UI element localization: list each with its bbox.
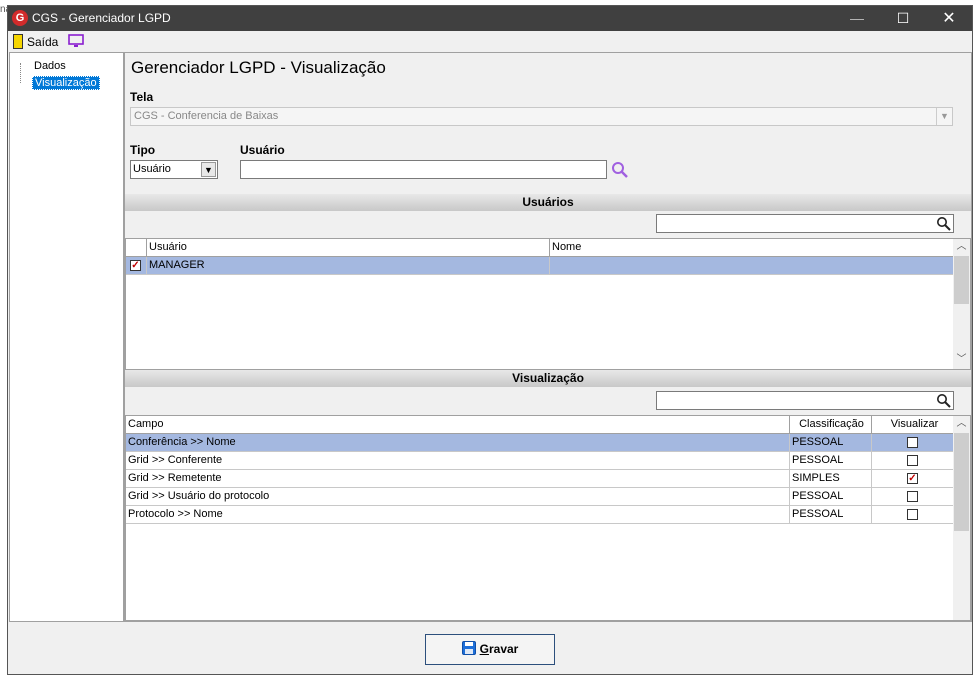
checkbox-column-header	[126, 239, 147, 257]
visualizacao-grid: Campo Classificação Visualizar Conferênc…	[125, 415, 971, 621]
chevron-down-icon[interactable]: ▼	[201, 162, 216, 177]
tela-select[interactable]: CGS - Conferencia de Baixas ▼	[130, 107, 953, 126]
column-header-classificacao[interactable]: Classificação	[790, 416, 872, 434]
tipo-label: Tipo	[130, 143, 156, 157]
scrollbar-thumb[interactable]	[954, 433, 969, 531]
main-panel: Gerenciador LGPD - Visualização Tela CGS…	[124, 52, 972, 622]
visualizar-checkbox[interactable]	[907, 455, 918, 466]
visualizar-checkbox[interactable]	[907, 491, 918, 502]
tipo-select[interactable]: Usuário ▼	[130, 160, 218, 179]
tipo-select-value: Usuário	[133, 163, 171, 175]
close-button[interactable]: ✕	[926, 6, 972, 31]
cell-visualizar	[872, 506, 955, 523]
save-button-label: ravar	[488, 642, 519, 656]
save-button-mnemonic: G	[479, 642, 489, 656]
cell-visualizar	[872, 488, 955, 505]
tree-item-visualizacao[interactable]: Visualização	[32, 76, 100, 90]
usuario-label: Usuário	[240, 143, 285, 157]
save-button[interactable]: Gravar	[425, 634, 555, 665]
scroll-up-icon[interactable]: ︿	[953, 416, 970, 432]
window-title: CGS - Gerenciador LGPD	[32, 11, 171, 25]
row-check-cell: ✓	[126, 257, 147, 274]
usuarios-grid-header: Usuário Nome	[126, 239, 955, 257]
app-logo-icon: G	[12, 10, 28, 26]
main-window: G CGS - Gerenciador LGPD — ☐ ✕ Saída Dad…	[7, 5, 973, 675]
usuarios-scrollbar[interactable]: ︿ ﹀	[953, 239, 970, 369]
cell-visualizar	[872, 452, 955, 469]
visualizar-checkbox[interactable]: ✓	[907, 473, 918, 484]
cell-campo: Grid >> Conferente	[126, 452, 790, 469]
column-header-nome[interactable]: Nome	[550, 239, 955, 257]
table-row[interactable]: Grid >> Usuário do protocolo PESSOAL	[126, 488, 955, 506]
column-header-campo[interactable]: Campo	[126, 416, 790, 434]
background-window-edge: na	[0, 4, 12, 15]
cell-campo: Grid >> Usuário do protocolo	[126, 488, 790, 505]
exit-door-icon[interactable]	[13, 34, 23, 49]
scroll-down-icon[interactable]: ﹀	[953, 352, 970, 368]
visualizacao-search-input[interactable]	[656, 391, 954, 410]
search-icon[interactable]	[936, 216, 951, 231]
table-row[interactable]: Conferência >> Nome PESSOAL	[126, 434, 955, 452]
search-icon[interactable]	[936, 393, 951, 408]
table-row[interactable]: Grid >> Remetente SIMPLES ✓	[126, 470, 955, 488]
navigation-tree: Dados Visualização	[9, 52, 124, 622]
minimize-button[interactable]: —	[834, 6, 880, 31]
visualizar-checkbox[interactable]	[907, 437, 918, 448]
cell-classificacao: SIMPLES	[790, 470, 872, 487]
scrollbar-thumb[interactable]	[954, 256, 969, 304]
usuario-input[interactable]	[240, 160, 607, 179]
monitor-icon[interactable]	[68, 34, 84, 48]
visualizacao-section-header: Visualização	[125, 370, 971, 387]
page-title: Gerenciador LGPD - Visualização	[131, 58, 386, 77]
table-row[interactable]: Protocolo >> Nome PESSOAL	[126, 506, 955, 524]
maximize-button[interactable]: ☐	[880, 6, 926, 31]
visualizacao-grid-header: Campo Classificação Visualizar	[126, 416, 955, 434]
tree-item-dados[interactable]: Dados	[32, 60, 68, 72]
table-row[interactable]: Grid >> Conferente PESSOAL	[126, 452, 955, 470]
cell-campo: Conferência >> Nome	[126, 434, 790, 451]
visualizacao-scrollbar[interactable]: ︿	[953, 416, 970, 620]
usuarios-grid: Usuário Nome ✓ MANAGER ︿ ﹀	[125, 238, 971, 370]
search-icon[interactable]	[611, 161, 629, 179]
usuarios-search-input[interactable]	[656, 214, 954, 233]
table-row[interactable]: ✓ MANAGER	[126, 257, 955, 275]
scroll-up-icon[interactable]: ︿	[953, 239, 970, 255]
cell-visualizar	[872, 434, 955, 451]
column-header-usuario[interactable]: Usuário	[147, 239, 550, 257]
cell-classificacao: PESSOAL	[790, 506, 872, 523]
title-bar[interactable]: G CGS - Gerenciador LGPD — ☐ ✕	[8, 6, 972, 31]
menu-bar: Saída	[8, 31, 972, 53]
cell-classificacao: PESSOAL	[790, 434, 872, 451]
cell-visualizar: ✓	[872, 470, 955, 487]
cell-campo: Protocolo >> Nome	[126, 506, 790, 523]
column-header-visualizar[interactable]: Visualizar	[872, 416, 955, 434]
tela-label: Tela	[130, 90, 154, 104]
footer-bar: Gravar	[8, 623, 972, 674]
cell-usuario: MANAGER	[147, 257, 550, 274]
cell-nome	[550, 257, 955, 274]
tree-connector	[20, 63, 21, 83]
cell-classificacao: PESSOAL	[790, 452, 872, 469]
tela-select-value: CGS - Conferencia de Baixas	[134, 110, 279, 122]
visualizar-checkbox[interactable]	[907, 509, 918, 520]
cell-classificacao: PESSOAL	[790, 488, 872, 505]
floppy-disk-icon	[461, 641, 476, 656]
cell-campo: Grid >> Remetente	[126, 470, 790, 487]
row-checkbox[interactable]: ✓	[130, 260, 141, 271]
exit-menu-item[interactable]: Saída	[27, 35, 58, 49]
usuarios-section-header: Usuários	[125, 194, 971, 211]
chevron-down-icon[interactable]: ▼	[936, 108, 952, 125]
